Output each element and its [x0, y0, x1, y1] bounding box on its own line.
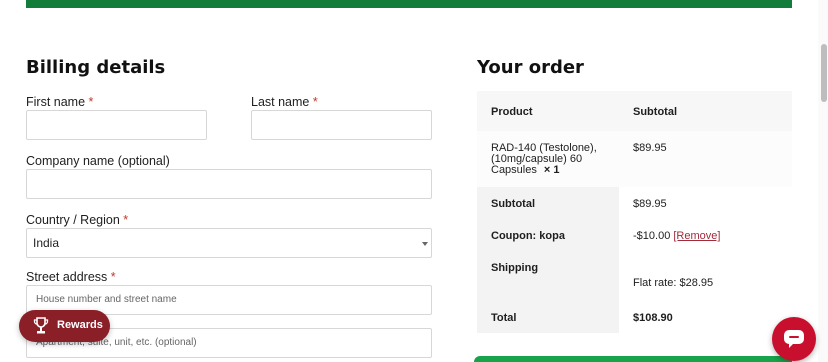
coupon-label: Coupon: kopa	[491, 230, 565, 242]
first-name-input[interactable]	[26, 110, 207, 140]
rewards-label: Rewards	[57, 319, 103, 331]
top-banner	[26, 0, 792, 8]
order-header-row: Product Subtotal	[477, 91, 792, 131]
company-label: Company name (optional)	[26, 154, 170, 168]
subtotal-value: $89.95	[633, 198, 667, 210]
coupon-value: -$10.00	[633, 230, 671, 242]
trophy-icon	[33, 317, 49, 334]
company-input[interactable]	[26, 169, 432, 199]
billing-title: Billing details	[26, 57, 166, 78]
country-value: India	[33, 236, 60, 250]
rewards-button[interactable]: Rewards	[19, 310, 110, 342]
item-name-line3: Capsules × 1	[491, 164, 560, 176]
chat-button[interactable]	[772, 317, 816, 361]
street-label: Street address *	[26, 270, 116, 284]
required-mark: *	[312, 95, 318, 109]
scrollbar[interactable]	[818, 0, 828, 362]
total-value: $108.90	[633, 312, 673, 324]
order-section: Your order	[477, 56, 792, 80]
item-price: $89.95	[633, 142, 667, 154]
place-order-button[interactable]	[474, 356, 792, 362]
header-subtotal: Subtotal	[633, 106, 677, 118]
country-label: Country / Region *	[26, 213, 129, 227]
required-mark: *	[123, 213, 129, 227]
order-item-row: RAD-140 (Testolone), (10mg/capsule) 60 C…	[477, 131, 792, 187]
billing-section: Billing details	[26, 56, 432, 80]
shipping-value: Flat rate: $28.95	[633, 277, 714, 289]
subtotal-label: Subtotal	[491, 198, 535, 210]
required-mark: *	[110, 270, 116, 284]
chevron-down-icon	[422, 242, 428, 246]
header-product: Product	[491, 106, 533, 118]
total-label: Total	[491, 312, 517, 324]
last-name-input[interactable]	[251, 110, 432, 140]
item-qty: × 1	[543, 164, 560, 176]
coupon-remove-link[interactable]: [Remove]	[673, 230, 720, 242]
country-select[interactable]: India	[26, 228, 432, 258]
chat-bubble-icon	[784, 330, 804, 348]
scrollbar-thumb[interactable]	[821, 44, 827, 102]
order-title: Your order	[477, 57, 584, 78]
coupon-value-wrap: -$10.00 [Remove]	[633, 230, 720, 242]
required-mark: *	[88, 95, 94, 109]
first-name-label: First name *	[26, 95, 94, 109]
shipping-label: Shipping	[491, 262, 539, 274]
last-name-label: Last name *	[251, 95, 318, 109]
